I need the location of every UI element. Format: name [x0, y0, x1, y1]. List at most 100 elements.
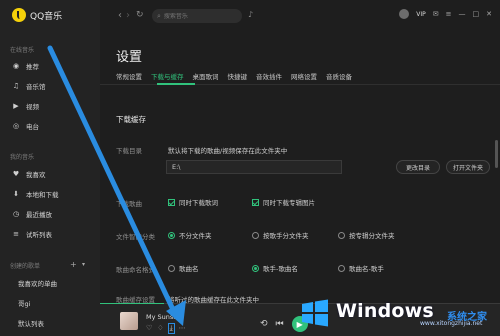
refresh-icon[interactable]: ↻ [136, 10, 144, 20]
checkbox-checked-icon [168, 198, 175, 206]
open-folder-button[interactable]: 打开文件夹 [446, 160, 490, 174]
heart-icon: ♥ [12, 170, 20, 178]
radio-song-artist[interactable]: 歌曲名-歌手 [338, 263, 384, 273]
watermark: Windows www.xitongzhijia.net 系统之家 [300, 290, 500, 336]
avatar[interactable] [399, 9, 410, 19]
main-panel: ‹ › ↻ ⌕ ♪ VIP ✉ ≡ — □ ✕ 设置 常规设置 下载与缓存 桌面… [100, 0, 500, 336]
radio-song-name[interactable]: 歌曲名 [168, 263, 199, 273]
sidebar-item-music-hall[interactable]: ♫ 音乐馆 [12, 80, 46, 92]
tab-general[interactable]: 常规设置 [116, 71, 142, 81]
checkbox-checked-icon [252, 198, 259, 206]
close-icon[interactable]: ✕ [486, 10, 492, 18]
download-dir-label: 下载目录 [116, 147, 142, 155]
tab-network[interactable]: 网络设置 [291, 71, 317, 81]
radio-label: 歌曲名-歌手 [349, 265, 384, 273]
download-dir-description: 默认将下载的歌曲/视频保存在此文件夹中 [168, 147, 288, 155]
more-icon[interactable]: ⋯ [179, 324, 186, 333]
disc-icon: ◉ [12, 62, 20, 70]
checkbox-label: 同时下载歌词 [179, 199, 218, 207]
page-title: 设置 [116, 50, 143, 65]
tab-audio-device[interactable]: 音质设备 [326, 71, 352, 81]
clock-icon: ◷ [12, 210, 20, 218]
sidebar: QQ音乐 在线音乐 ◉ 推荐 ♫ 音乐馆 ▶ 视频 ◎ 电台 我的音乐 ♥ 我喜… [0, 0, 100, 336]
sidebar-item-label: 电台 [26, 123, 39, 131]
minimize-icon[interactable]: — [459, 10, 466, 18]
radio-by-album-folder[interactable]: 按专辑分文件夹 [338, 230, 395, 240]
radio-icon [338, 264, 345, 272]
naming-format-label: 歌曲命名格式 [116, 266, 155, 274]
radio-selected-icon [168, 231, 175, 239]
sidebar-item-recommend[interactable]: ◉ 推荐 [12, 60, 39, 72]
download-path-field[interactable]: E:\ [166, 160, 342, 174]
section-online-music: 在线音乐 [10, 47, 35, 54]
sidebar-item-label: 我喜欢 [26, 171, 46, 179]
change-directory-button[interactable]: 更改目录 [396, 160, 440, 174]
tab-shortcuts[interactable]: 快捷键 [228, 71, 248, 81]
radio-label: 不分文件夹 [179, 232, 212, 240]
collapse-icon[interactable]: ▾ [82, 261, 85, 268]
sidebar-item-liked[interactable]: ♥ 我喜欢 [12, 168, 46, 180]
sidebar-item-label: 本地和下载 [26, 191, 59, 199]
loop-icon[interactable]: ⟲ [260, 319, 268, 329]
settings-tabs: 常规设置 下载与缓存 桌面歌词 快捷键 音效插件 网络设置 音质设备 [116, 71, 352, 81]
mail-icon[interactable]: ✉ [433, 10, 439, 18]
sidebar-item-local-download[interactable]: ⬇ 本地和下载 [12, 188, 59, 200]
windows-logo-icon [302, 299, 328, 327]
sidebar-item-label: 默认列表 [18, 320, 44, 328]
radio-icon [252, 231, 259, 239]
search-box[interactable]: ⌕ [152, 9, 242, 23]
vip-badge[interactable]: VIP [416, 11, 426, 18]
add-playlist-icon[interactable]: + [70, 260, 77, 269]
album-cover[interactable] [120, 312, 138, 330]
previous-icon[interactable]: ⏮ [276, 319, 284, 329]
radio-by-artist-folder[interactable]: 按歌手分文件夹 [252, 230, 309, 240]
radio-artist-song[interactable]: 歌手-歌曲名 [252, 263, 298, 273]
sidebar-item-label: 推荐 [26, 63, 39, 71]
search-input[interactable] [163, 12, 234, 20]
qq-music-logo-icon [12, 8, 26, 22]
sidebar-item-recent[interactable]: ◷ 最近播放 [12, 208, 52, 220]
song-actions: ♡ ♢ ⤓ ⋯ [146, 323, 186, 334]
sidebar-item-label: 最近播放 [26, 211, 52, 219]
sidebar-item-playlist[interactable]: 哥gi [18, 297, 30, 309]
scrollbar-thumb[interactable] [495, 140, 498, 168]
music-hall-icon: ♫ [12, 82, 20, 90]
radio-icon [338, 231, 345, 239]
app-logo[interactable]: QQ音乐 [12, 8, 62, 22]
radio-icon [168, 264, 175, 272]
download-lyrics-checkbox[interactable]: 同时下载歌词 [168, 197, 218, 207]
section-my-music: 我的音乐 [10, 154, 35, 161]
maximize-icon[interactable]: □ [473, 10, 480, 18]
sidebar-item-playlist[interactable]: 默认列表 [18, 317, 44, 329]
microphone-icon[interactable]: ♪ [248, 10, 253, 19]
sidebar-item-trial-list[interactable]: ≡ 试听列表 [12, 228, 52, 240]
sidebar-item-label: 哥gi [18, 300, 31, 308]
download-icon[interactable]: ⤓ [167, 323, 175, 334]
download-icon: ⬇ [13, 190, 19, 198]
radio-label: 按歌手分文件夹 [263, 232, 309, 240]
radio-icon: ◎ [12, 122, 20, 130]
song-title[interactable]: My Sunshi [146, 313, 184, 321]
download-album-art-checkbox[interactable]: 同时下载专辑图片 [252, 197, 315, 207]
sidebar-item-radio[interactable]: ◎ 电台 [12, 120, 39, 132]
radio-label: 歌手-歌曲名 [263, 265, 298, 273]
section-title: 下载缓存 [116, 115, 146, 124]
checkbox-label: 同时下载专辑图片 [263, 199, 315, 207]
forward-icon[interactable]: › [126, 10, 130, 21]
sidebar-item-playlist[interactable]: 我喜欢的单曲 [18, 277, 57, 289]
sidebar-item-label: 视频 [26, 103, 39, 111]
watermark-site-name: 系统之家 [447, 312, 487, 323]
progress-fill [100, 303, 164, 304]
sidebar-item-video[interactable]: ▶ 视频 [12, 100, 39, 112]
section-created-playlists: 创建的歌单 [10, 263, 41, 270]
tab-desktop-lyrics[interactable]: 桌面歌词 [193, 71, 219, 81]
back-icon[interactable]: ‹ [118, 10, 122, 21]
menu-icon[interactable]: ≡ [446, 10, 452, 18]
tab-sound-plugins[interactable]: 音效插件 [256, 71, 282, 81]
comment-icon[interactable]: ♢ [157, 324, 163, 333]
like-icon[interactable]: ♡ [146, 324, 152, 333]
radio-no-folder[interactable]: 不分文件夹 [168, 230, 212, 240]
sidebar-item-label: 音乐馆 [26, 83, 46, 91]
active-tab-indicator [157, 83, 195, 85]
tab-download-cache[interactable]: 下载与缓存 [151, 71, 184, 81]
